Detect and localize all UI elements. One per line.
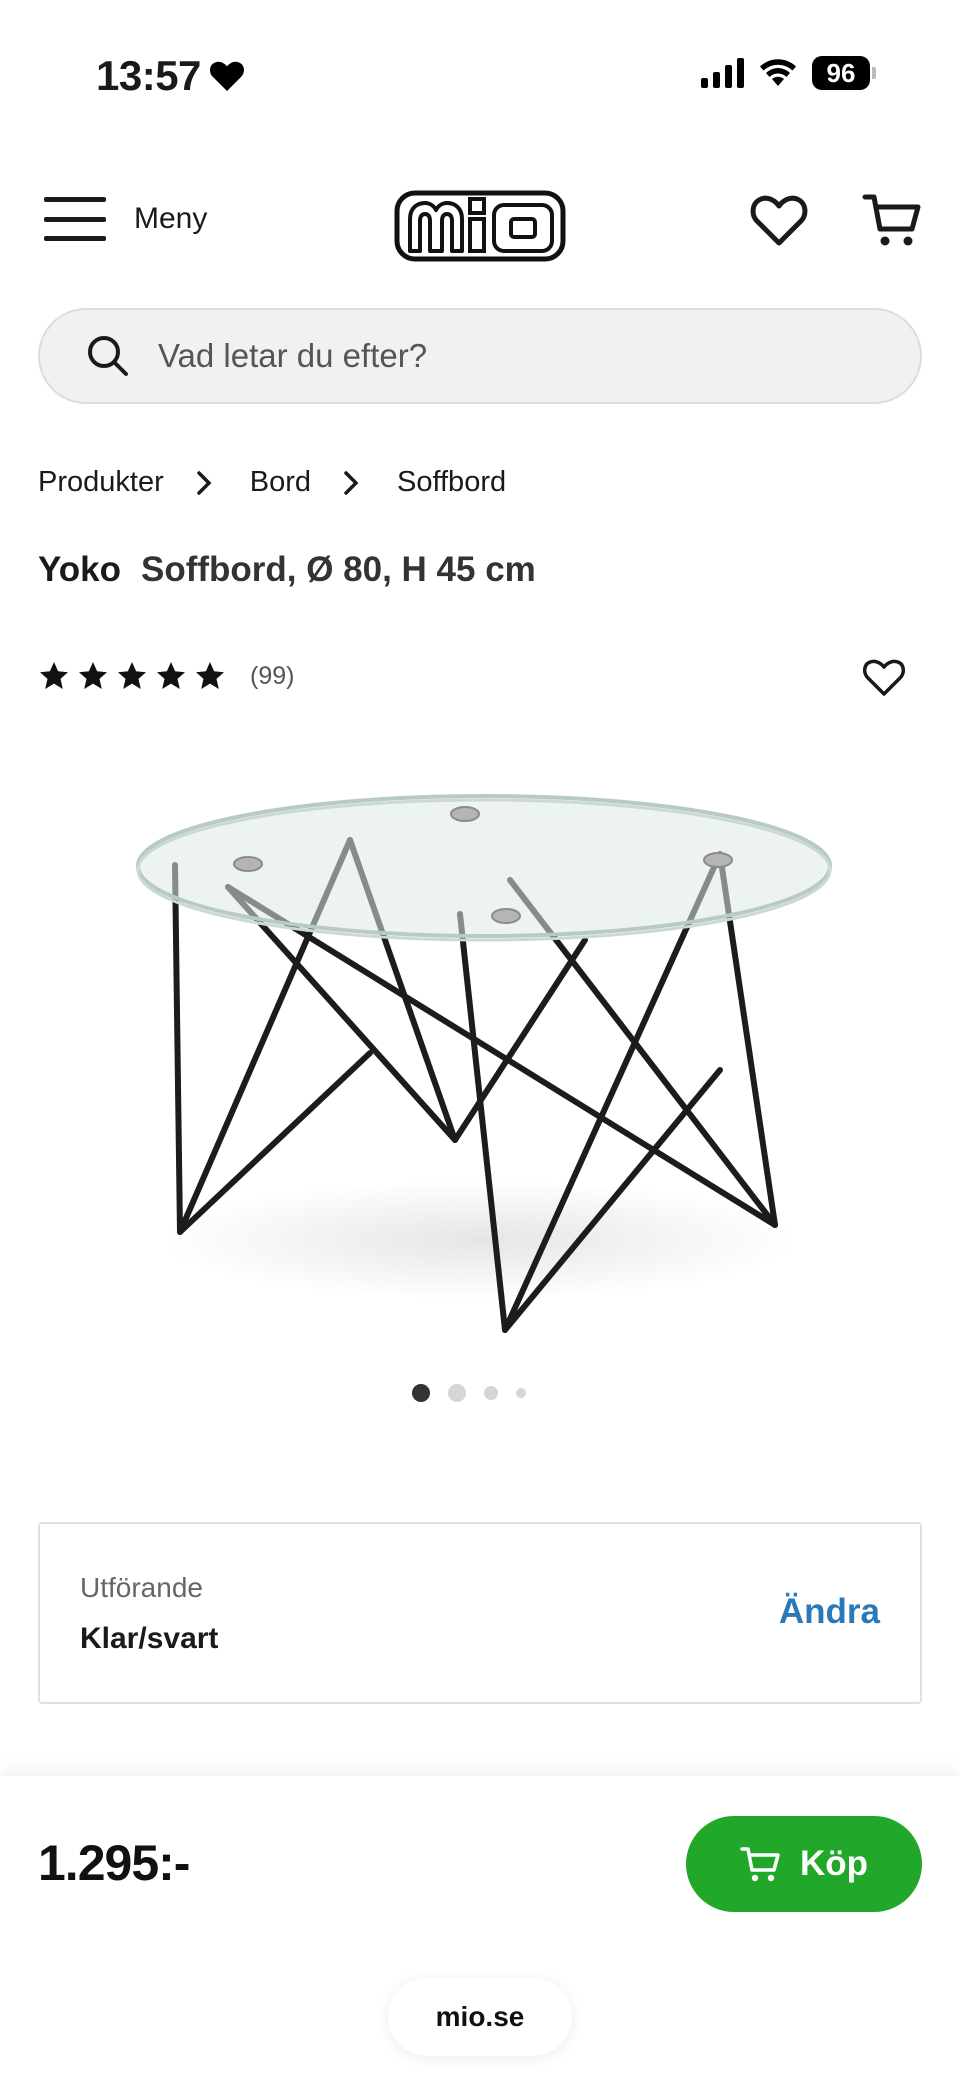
search-input[interactable] bbox=[158, 337, 858, 375]
product-price: 1.295:- bbox=[38, 1835, 190, 1891]
carousel-dot[interactable] bbox=[516, 1388, 526, 1398]
status-bar: 13:57 96 bbox=[0, 0, 960, 160]
product-image[interactable] bbox=[120, 770, 840, 1350]
breadcrumb-item-bord[interactable]: Bord bbox=[250, 466, 311, 499]
status-indicators: 96 bbox=[701, 56, 876, 90]
battery-icon: 96 bbox=[812, 56, 876, 90]
browser-url-pill[interactable]: mio.se bbox=[388, 1978, 572, 2056]
variant-label: Utförande bbox=[80, 1572, 203, 1603]
product-brand: Yoko bbox=[38, 550, 121, 589]
wishlist-heart-icon[interactable] bbox=[750, 193, 808, 249]
change-variant-button[interactable]: Ändra bbox=[779, 1592, 880, 1632]
star-icon bbox=[118, 662, 146, 689]
breadcrumb: Produkter Bord Soffbord bbox=[38, 466, 506, 499]
carousel-dot[interactable] bbox=[448, 1384, 466, 1402]
breadcrumb-item-produkter[interactable]: Produkter bbox=[38, 466, 164, 499]
variant-selector[interactable]: Utförande Klar/svart Ändra bbox=[38, 1522, 922, 1704]
breadcrumb-item-soffbord[interactable]: Soffbord bbox=[397, 466, 506, 499]
rating-stars bbox=[38, 660, 226, 692]
hamburger-icon bbox=[44, 197, 106, 241]
product-rating[interactable]: (99) bbox=[38, 660, 294, 692]
rating-count: (99) bbox=[250, 661, 295, 690]
search-icon bbox=[88, 336, 128, 376]
variant-value: Klar/svart bbox=[80, 1622, 219, 1655]
chevron-right-icon bbox=[196, 470, 212, 495]
mio-logo[interactable] bbox=[394, 185, 566, 263]
star-icon bbox=[79, 662, 107, 689]
menu-button[interactable]: Meny bbox=[44, 197, 207, 241]
menu-label: Meny bbox=[134, 202, 208, 235]
carousel-dot[interactable] bbox=[412, 1384, 430, 1402]
product-title: Yoko Soffbord, Ø 80, H 45 cm bbox=[38, 550, 536, 590]
sticky-buy-bar: 1.295:- Köp mio.se bbox=[0, 1776, 960, 2087]
favorite-heart-icon[interactable] bbox=[862, 658, 906, 698]
site-header: Meny bbox=[0, 175, 960, 275]
buy-label: Köp bbox=[799, 1844, 869, 1883]
cart-icon[interactable] bbox=[862, 191, 922, 251]
heart-icon bbox=[209, 61, 244, 91]
chevron-right-icon bbox=[344, 470, 359, 495]
clock: 13:57 bbox=[96, 52, 201, 99]
star-icon bbox=[40, 662, 68, 689]
wifi-icon bbox=[760, 59, 796, 86]
cart-icon bbox=[740, 1847, 780, 1882]
image-carousel-dots bbox=[412, 1384, 526, 1402]
buy-button[interactable]: Köp bbox=[686, 1816, 922, 1912]
star-icon bbox=[157, 662, 185, 689]
status-time: 13:57 bbox=[96, 52, 245, 100]
product-description: Soffbord, Ø 80, H 45 cm bbox=[140, 550, 536, 589]
cellular-signal-icon bbox=[701, 58, 744, 88]
star-icon bbox=[196, 662, 224, 689]
carousel-dot[interactable] bbox=[484, 1386, 498, 1400]
battery-level: 96 bbox=[812, 56, 870, 90]
search-bar[interactable] bbox=[38, 308, 922, 404]
